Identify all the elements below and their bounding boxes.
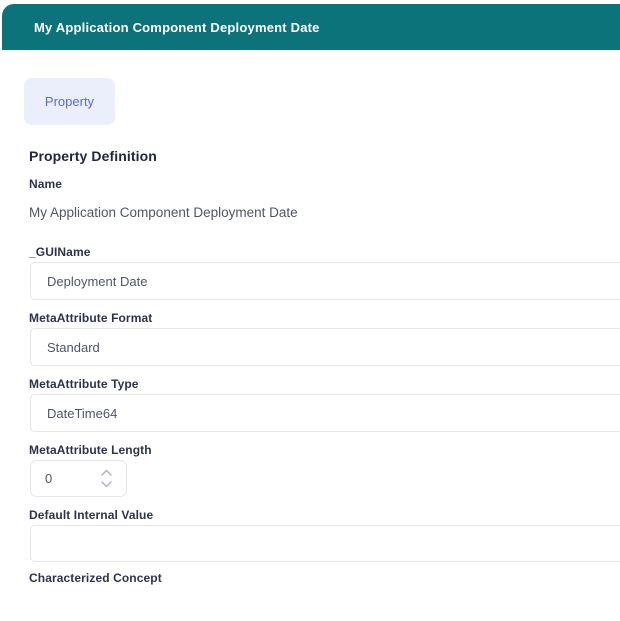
chevron-down-icon [100, 480, 113, 488]
metaattribute-format-label: MetaAttribute Format [29, 311, 152, 325]
guiname-label: _GUIName [29, 245, 91, 259]
characterized-concept-label: Characterized Concept [29, 571, 162, 585]
name-label: Name [29, 177, 62, 191]
name-value: My Application Component Deployment Date [29, 205, 298, 220]
metaattribute-type-label: MetaAttribute Type [29, 377, 139, 391]
page: My Application Component Deployment Date… [0, 0, 620, 621]
metaattribute-length-stepper [30, 460, 127, 497]
section-title: Property Definition [29, 148, 157, 164]
guiname-input[interactable] [30, 262, 620, 300]
tab-property-label: Property [45, 94, 94, 109]
default-internal-value-label: Default Internal Value [29, 508, 153, 522]
metaattribute-type-input[interactable] [30, 394, 620, 432]
stepper-down-button[interactable] [97, 480, 115, 489]
metaattribute-length-label: MetaAttribute Length [29, 443, 152, 457]
chevron-up-icon [100, 469, 113, 477]
window-title-bar: My Application Component Deployment Date [2, 4, 620, 50]
metaattribute-length-input[interactable] [31, 462, 97, 495]
stepper-arrows [97, 469, 121, 489]
metaattribute-format-input[interactable] [30, 328, 620, 366]
window-title: My Application Component Deployment Date [34, 20, 320, 35]
default-internal-value-input[interactable] [30, 525, 620, 562]
stepper-up-button[interactable] [97, 469, 115, 478]
tab-property[interactable]: Property [24, 78, 115, 125]
